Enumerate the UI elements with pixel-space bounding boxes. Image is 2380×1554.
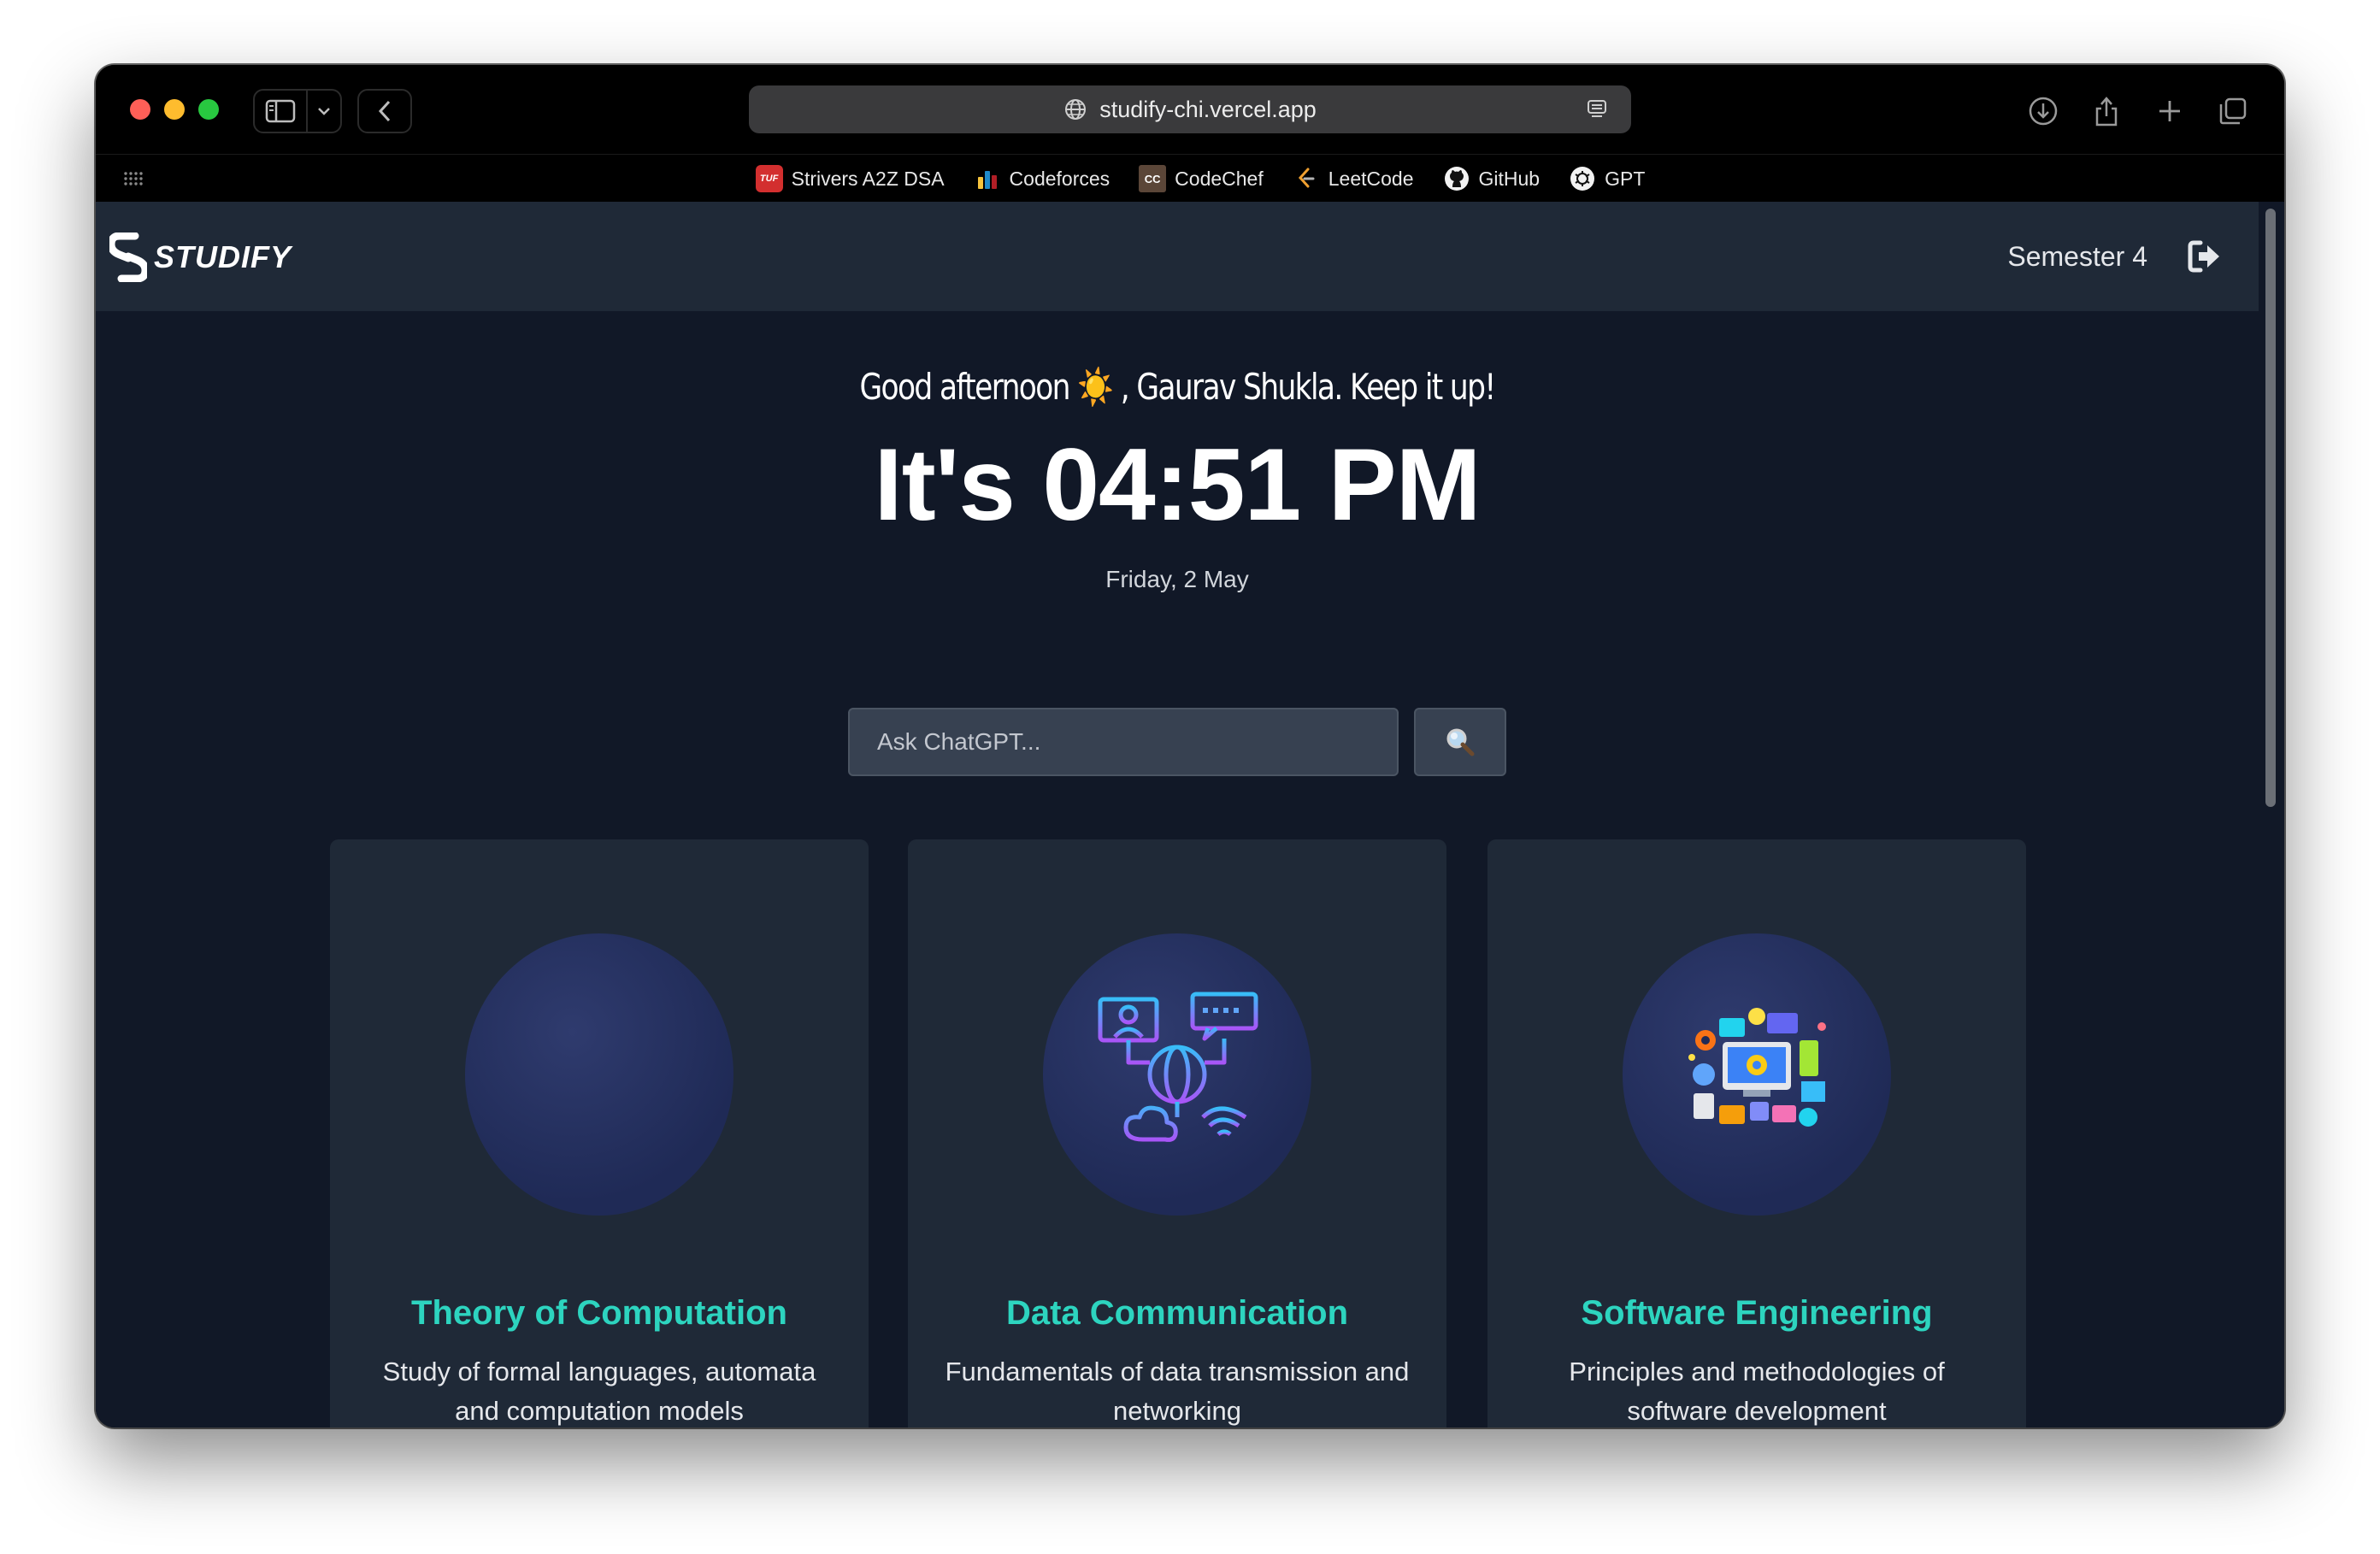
subject-card-se[interactable]: Software Engineering Principles and meth… <box>1488 839 2026 1427</box>
globe-icon <box>1063 97 1087 121</box>
subject-title: Data Communication <box>1005 1294 1349 1332</box>
software-engineering-icon <box>1688 1008 1826 1127</box>
share-button[interactable] <box>2082 87 2130 135</box>
tabs-icon <box>2219 97 2247 125</box>
openai-icon <box>1569 165 1596 192</box>
site-navbar: STUDIFY Semester 4 <box>96 202 2259 311</box>
chevron-left-icon <box>378 100 391 122</box>
subject-description: Fundamentals of data transmission and ne… <box>945 1357 1410 1426</box>
studify-logo-icon <box>109 233 147 282</box>
search-icon <box>1446 728 1475 756</box>
subject-card-dc[interactable]: Data Communication Fundamentals of data … <box>908 839 1446 1427</box>
back-button[interactable] <box>357 89 412 133</box>
scrollbar-thumb[interactable] <box>2265 209 2276 807</box>
browser-window: studify-chi.vercel.app TUF Strivers A2Z … <box>96 65 2284 1427</box>
codeforces-icon <box>974 165 1001 192</box>
bookmark-codeforces[interactable]: Codeforces <box>974 165 1110 192</box>
chevron-down-icon <box>318 108 330 115</box>
page-scrollbar[interactable] <box>2259 202 2284 1427</box>
bookmark-label: Codeforces <box>1009 167 1110 190</box>
clock-display: It's 04:51 PM <box>874 427 1481 542</box>
tuf-icon: TUF <box>755 165 783 192</box>
bookmark-label: GPT <box>1605 167 1646 190</box>
bookmark-leetcode[interactable]: LeetCode <box>1293 165 1414 192</box>
subject-image <box>465 933 733 1216</box>
zoom-window-button[interactable] <box>198 99 219 120</box>
bookmark-github[interactable]: GitHub <box>1443 165 1541 192</box>
bookmark-label: CodeChef <box>1175 167 1264 190</box>
bookmark-label: Strivers A2Z DSA <box>791 167 945 190</box>
subject-description: Study of formal languages, automata and … <box>382 1357 816 1426</box>
bookmark-label: LeetCode <box>1328 167 1414 190</box>
download-icon <box>2029 97 2058 126</box>
plus-icon <box>2159 101 2180 121</box>
chatgpt-search-input[interactable] <box>848 708 1399 776</box>
bookmark-gpt[interactable]: GPT <box>1569 165 1645 192</box>
studify-logo[interactable]: STUDIFY <box>109 233 292 282</box>
reader-icon[interactable] <box>1585 97 1609 127</box>
url-text: studify-chi.vercel.app <box>1099 96 1317 122</box>
bookmark-label: GitHub <box>1478 167 1541 190</box>
date-display: Friday, 2 May <box>1105 566 1249 592</box>
bookmarks-bar: TUF Strivers A2Z DSA Codeforces CC CodeC… <box>96 154 2284 202</box>
address-bar[interactable]: studify-chi.vercel.app <box>749 85 1631 133</box>
github-icon <box>1443 165 1470 192</box>
tab-overview-button[interactable] <box>2209 87 2257 135</box>
logout-icon[interactable] <box>2187 239 2223 278</box>
subject-image <box>1623 933 1891 1216</box>
subject-title: Software Engineering <box>1581 1294 1933 1332</box>
logo-text: STUDIFY <box>154 239 292 274</box>
leetcode-icon <box>1293 165 1320 192</box>
sidebar-icon <box>265 99 296 123</box>
subject-image <box>1043 933 1311 1216</box>
new-tab-button[interactable] <box>2146 87 2194 135</box>
sidebar-toggle-button[interactable] <box>253 89 308 133</box>
subject-title: Theory of Computation <box>411 1294 787 1332</box>
codechef-icon: CC <box>1139 165 1167 192</box>
share-icon <box>2095 97 2118 127</box>
downloads-button[interactable] <box>2019 87 2067 135</box>
bookmark-codechef[interactable]: CC CodeChef <box>1139 165 1264 192</box>
subject-card-toc[interactable]: Theory of Computation Study of formal la… <box>330 839 869 1427</box>
browser-toolbar: studify-chi.vercel.app <box>96 65 2284 154</box>
sidebar-menu-button[interactable] <box>308 89 342 133</box>
greeting-text: Good afternoon ☀️ , Gaurav Shukla. Keep … <box>859 366 1497 408</box>
minimize-window-button[interactable] <box>164 99 185 120</box>
search-button[interactable] <box>1414 708 1506 776</box>
subject-description: Principles and methodologies of software… <box>1569 1357 1945 1426</box>
network-icon <box>1098 992 1258 1142</box>
bookmark-strivers[interactable]: TUF Strivers A2Z DSA <box>755 165 945 192</box>
page-content: STUDIFY Semester 4 Good afternoon ☀️ , G… <box>96 202 2259 1427</box>
close-window-button[interactable] <box>130 99 150 120</box>
semester-label[interactable]: Semester 4 <box>2007 241 2147 273</box>
